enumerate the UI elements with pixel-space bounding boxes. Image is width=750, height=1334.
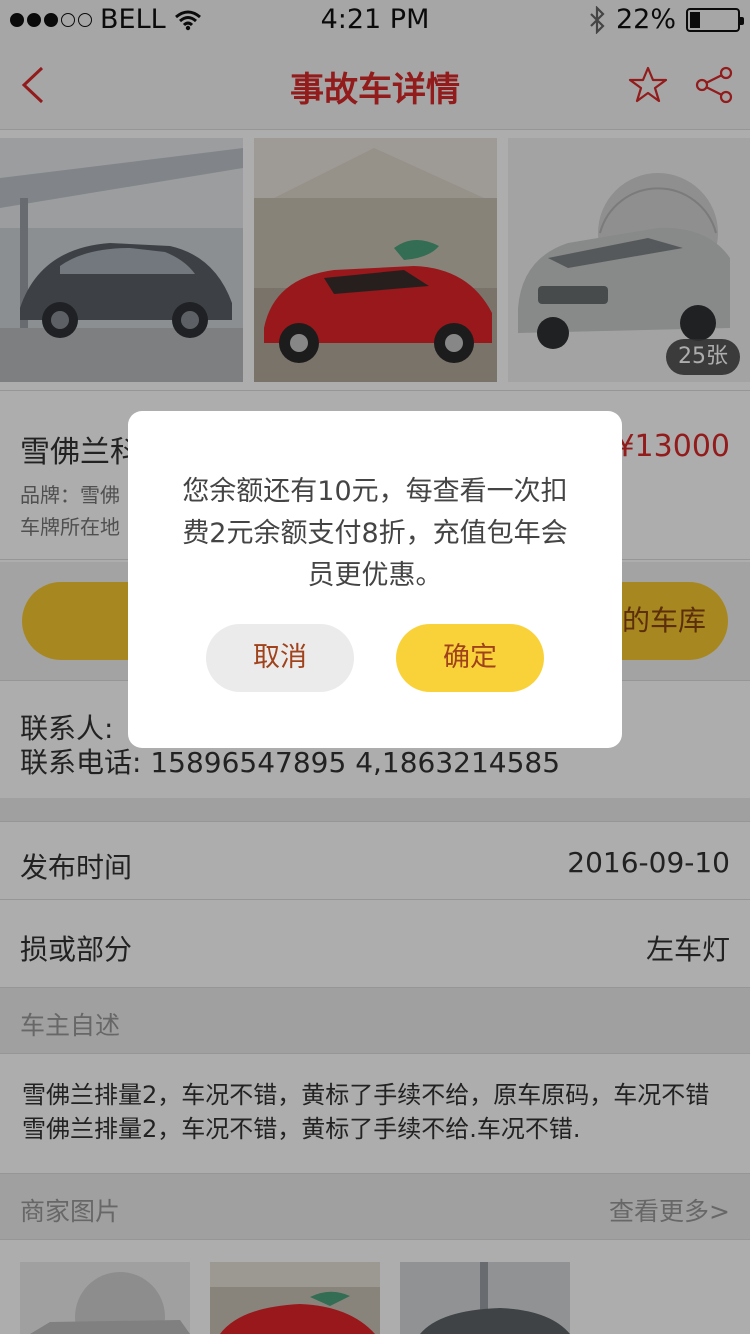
dialog-message: 您余额还有10元，每查看一次扣费2元余额支付8折，充值包年会员更优惠。 bbox=[182, 476, 568, 591]
confirm-button[interactable]: 确定 bbox=[396, 624, 544, 692]
cancel-button[interactable]: 取消 bbox=[206, 624, 354, 692]
balance-dialog: 您余额还有10元，每查看一次扣费2元余额支付8折，充值包年会员更优惠。 取消 确… bbox=[128, 411, 622, 748]
